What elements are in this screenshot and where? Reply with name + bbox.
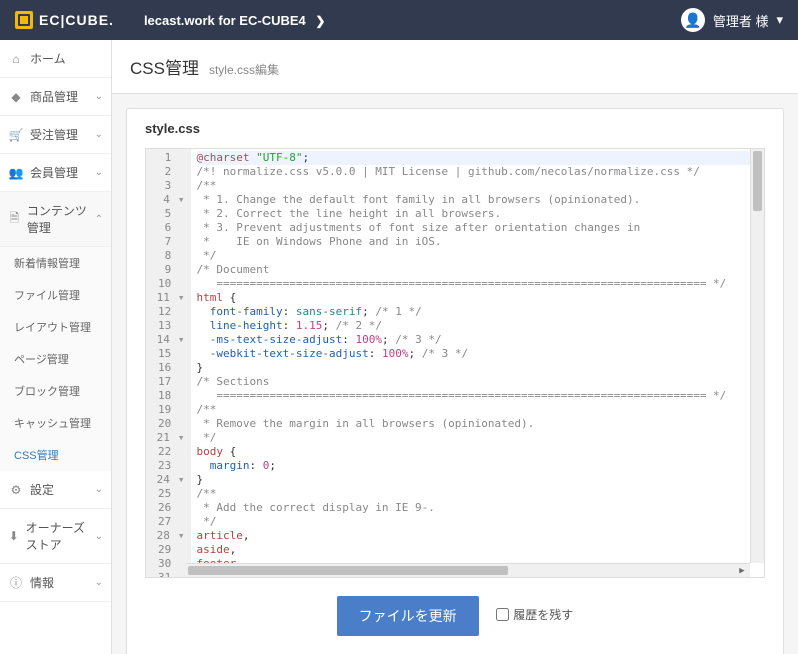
editor-gutter: 1 2 3 4 ▾ 5 6 7 8 9 10 11 ▾ 12 13 14 ▾ 1… xyxy=(146,149,191,577)
top-header: EC|CUBE. lecast.work for EC-CUBE4 ❯ 👤 管理… xyxy=(0,0,798,40)
sidebar-item-info[interactable]: ⓘ 情報 ⌄ xyxy=(0,564,111,602)
sidebar-subitem[interactable]: 新着情報管理 xyxy=(0,247,111,279)
page-subtitle: style.css編集 xyxy=(209,61,279,78)
info-icon: ⓘ xyxy=(8,574,24,591)
sidebar-item-doc[interactable]: 🗎 コンテンツ管理⌃ xyxy=(0,192,111,247)
gear-icon: ⚙ xyxy=(8,483,24,497)
sidebar-item-label: コンテンツ管理 xyxy=(27,202,95,236)
history-checkbox[interactable] xyxy=(496,608,509,621)
sidebar-item-label: 受注管理 xyxy=(30,126,78,143)
chevron-right-icon: ❯ xyxy=(315,14,325,28)
sidebar-item-label: ホーム xyxy=(30,50,66,67)
users-icon: 👥 xyxy=(8,166,24,180)
code-editor[interactable]: 1 2 3 4 ▾ 5 6 7 8 9 10 11 ▾ 12 13 14 ▾ 1… xyxy=(145,148,765,578)
site-name-link[interactable]: lecast.work for EC-CUBE4 ❯ xyxy=(144,13,326,28)
sidebar-item-label: 情報 xyxy=(30,574,54,591)
sidebar-item-home[interactable]: ⌂ ホーム xyxy=(0,40,111,78)
sidebar-subitem[interactable]: ファイル管理 xyxy=(0,279,111,311)
update-file-button[interactable]: ファイルを更新 xyxy=(337,596,479,636)
user-menu[interactable]: 👤 管理者 様 ▾ xyxy=(681,8,783,32)
chevron-down-icon: ⌄ xyxy=(95,484,103,495)
sidebar-item-gear[interactable]: ⚙ 設定 ⌄ xyxy=(0,471,111,509)
sidebar-item-label: オーナーズストア xyxy=(26,519,95,553)
logo[interactable]: EC|CUBE. xyxy=(15,11,114,29)
chevron-up-icon: ⌃ xyxy=(95,214,103,225)
sidebar-subitem[interactable]: ブロック管理 xyxy=(0,375,111,407)
tag-icon: ◆ xyxy=(8,90,24,104)
chevron-down-icon: ⌄ xyxy=(95,91,103,102)
avatar-icon: 👤 xyxy=(681,8,705,32)
scrollbar-thumb[interactable] xyxy=(188,566,508,575)
sidebar-item-label: 商品管理 xyxy=(30,88,78,105)
user-name: 管理者 様 xyxy=(713,11,769,30)
sidebar-subitem[interactable]: CSS管理 xyxy=(0,439,111,471)
doc-icon: 🗎 xyxy=(8,209,21,230)
sidebar-item-label: 設定 xyxy=(30,481,54,498)
editor-panel: style.css 1 2 3 4 ▾ 5 6 7 8 9 10 11 ▾ 12… xyxy=(126,108,784,654)
horizontal-scrollbar[interactable]: ▶ xyxy=(186,563,750,577)
main-content: CSS管理 style.css編集 style.css 1 2 3 4 ▾ 5 … xyxy=(112,40,798,654)
chevron-down-icon: ⌄ xyxy=(95,167,103,178)
chevron-down-icon: ▾ xyxy=(776,12,783,28)
chevron-down-icon: ⌄ xyxy=(95,129,103,140)
scroll-right-icon[interactable]: ▶ xyxy=(736,564,748,577)
panel-filename: style.css xyxy=(145,121,765,136)
sidebar-item-users[interactable]: 👥 会員管理 ⌄ xyxy=(0,154,111,192)
sidebar-subitem[interactable]: レイアウト管理 xyxy=(0,311,111,343)
sidebar-item-cart[interactable]: 🛒 受注管理 ⌄ xyxy=(0,116,111,154)
vertical-scrollbar[interactable] xyxy=(750,149,764,563)
sidebar-item-tag[interactable]: ◆ 商品管理 ⌄ xyxy=(0,78,111,116)
sidebar-subitem[interactable]: キャッシュ管理 xyxy=(0,407,111,439)
chevron-down-icon: ⌄ xyxy=(95,577,103,588)
sidebar-item-plug[interactable]: ⬇ オーナーズストア⌄ xyxy=(0,509,111,564)
cart-icon: 🛒 xyxy=(8,128,24,142)
chevron-down-icon: ⌄ xyxy=(95,531,103,542)
logo-text: EC|CUBE. xyxy=(39,12,114,28)
sidebar-item-label: 会員管理 xyxy=(30,164,78,181)
editor-code[interactable]: @charset "UTF-8";/*! normalize.css v5.0.… xyxy=(191,149,765,577)
scrollbar-thumb[interactable] xyxy=(753,151,762,211)
page-title: CSS管理 xyxy=(130,54,199,79)
home-icon: ⌂ xyxy=(8,52,24,66)
plug-icon: ⬇ xyxy=(8,529,20,543)
sidebar: ⌂ ホーム ◆ 商品管理 ⌄ 🛒 受注管理 ⌄ 👥 会員管理 ⌄ 🗎 コンテンツ管理⌃ 新着情報管理ファイ… xyxy=(0,40,112,654)
sidebar-subitem[interactable]: ページ管理 xyxy=(0,343,111,375)
page-header: CSS管理 style.css編集 xyxy=(112,40,798,94)
history-checkbox-label[interactable]: 履歴を残す xyxy=(496,606,573,623)
footer-actions: ファイルを更新 履歴を残す xyxy=(145,596,765,636)
logo-icon xyxy=(15,11,33,29)
